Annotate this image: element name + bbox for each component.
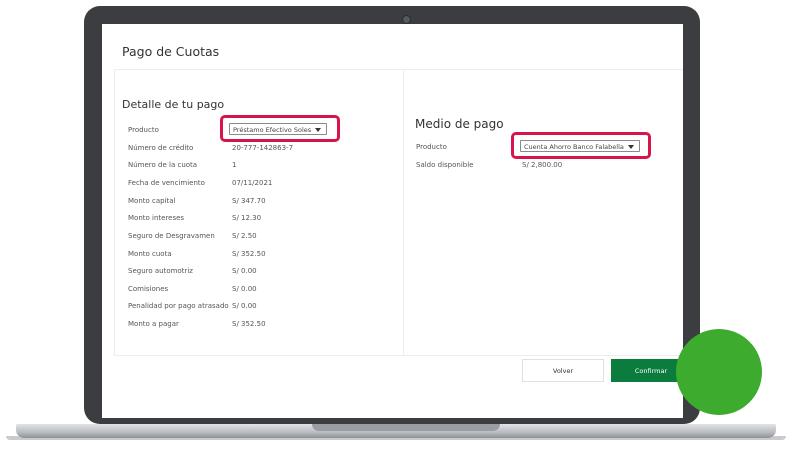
row-label: Número de crédito [128,144,194,152]
row-value: 20-777-142863-7 [232,144,294,152]
detalle-title: Detalle de tu pago [122,98,225,111]
row-label: Seguro automotriz [128,267,193,275]
row-label: Comisiones [128,285,169,293]
row-label: Número de la cuota [128,161,198,169]
page-title: Pago de Cuotas [122,44,220,59]
row-value: S/ 12.30 [232,214,262,222]
medio-producto-highlight [511,132,651,159]
row-value: S/ 347.70 [232,197,266,205]
row-label: Monto capital [128,197,176,205]
confirmar-button[interactable]: Confirmar [611,359,683,382]
medio-title: Medio de pago [415,117,504,131]
medio-producto-label: Producto [416,143,447,151]
row-value: S/ 0.00 [232,302,257,310]
row-label: Monto cuota [128,250,172,258]
row-value: S/ 0.00 [232,267,257,275]
producto-highlight [220,115,340,142]
saldo-label: Saldo disponible [416,161,474,169]
tap-indicator-circle [676,329,762,415]
row-value: S/ 352.50 [232,320,266,328]
app-screen: Pago de Cuotas Detalle de tu pago Produc… [102,24,683,418]
payment-card [114,69,683,356]
laptop-notch [312,424,500,431]
producto-label: Producto [128,126,159,134]
volver-button[interactable]: Volver [522,359,604,382]
row-label: Penalidad por pago atrasado [128,302,229,310]
row-value: 1 [232,161,237,169]
row-label: Monto intereses [128,214,185,222]
camera-icon [402,15,411,24]
row-value: 07/11/2021 [232,179,273,187]
row-label: Seguro de Desgravamen [128,232,215,240]
row-value: S/ 2.50 [232,232,257,240]
row-value: S/ 352.50 [232,250,266,258]
saldo-value: S/ 2,800.00 [522,161,563,169]
row-label: Monto a pagar [128,320,179,328]
card-divider [403,70,404,355]
row-label: Fecha de vencimiento [128,179,205,187]
row-value: S/ 0.00 [232,285,257,293]
